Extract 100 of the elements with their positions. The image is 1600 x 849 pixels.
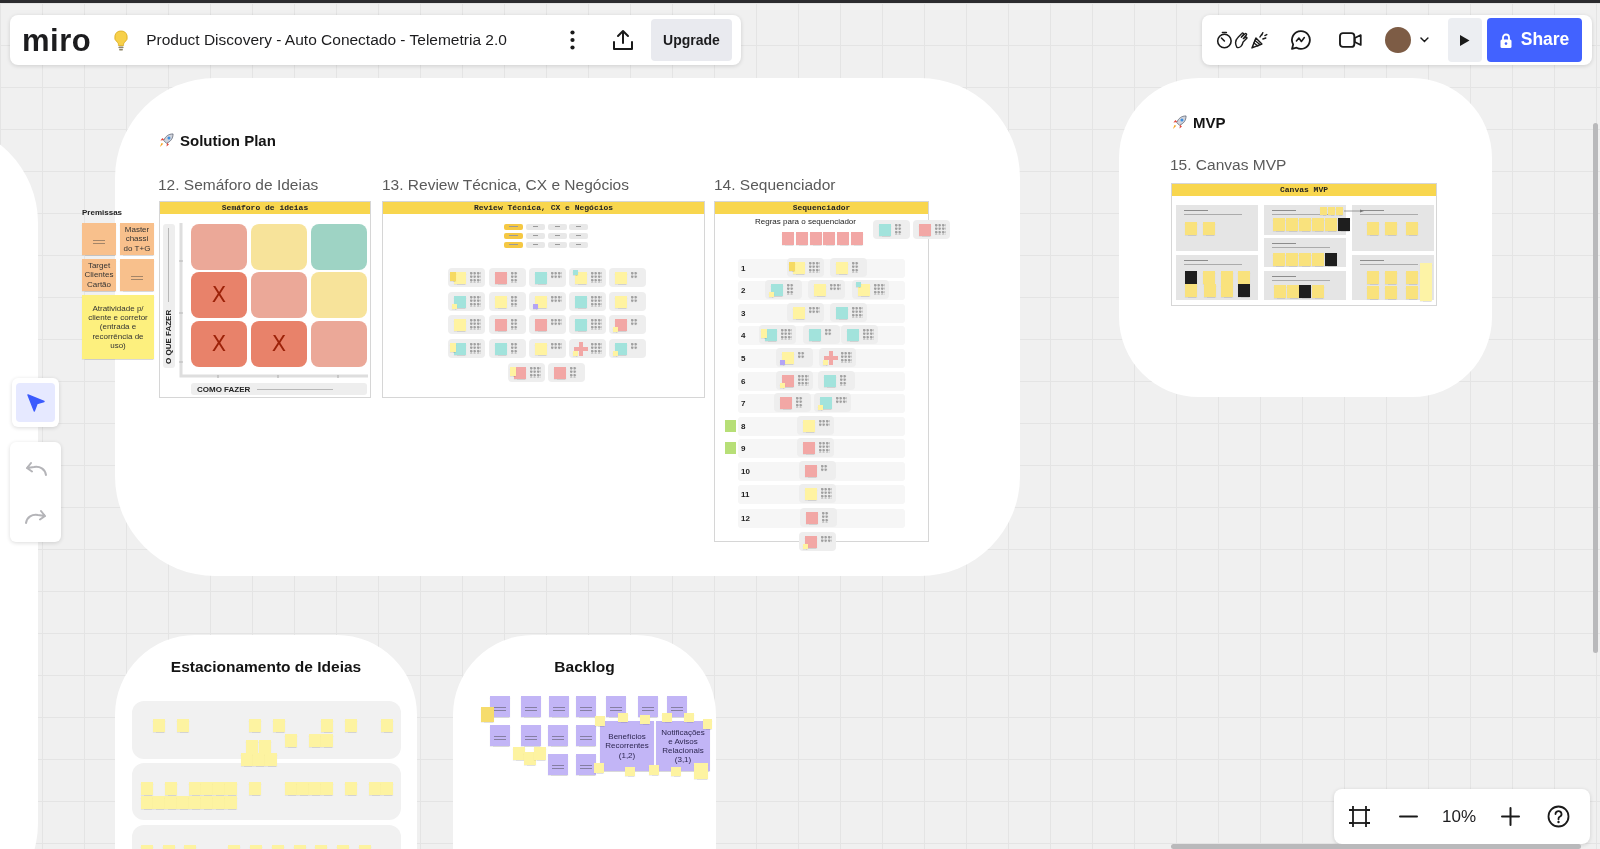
- sticky-note: [259, 740, 271, 753]
- upload-icon[interactable]: [612, 29, 634, 51]
- row-number: 11: [741, 490, 750, 499]
- row-number: 7: [741, 399, 746, 408]
- vote-dots-icon: [821, 488, 832, 499]
- matrix-cell: X: [251, 321, 307, 367]
- sticky-note: [805, 464, 817, 477]
- vote-dots-icon: [511, 272, 518, 283]
- sticky-note: [454, 318, 466, 331]
- board-header: Sequenciador: [715, 202, 928, 214]
- sticky-note: [1420, 263, 1432, 301]
- sticky-note: [249, 719, 261, 732]
- scrollbar-thumb[interactable]: [1171, 844, 1581, 849]
- vote-dots-icon: [836, 397, 847, 404]
- legend-cell: [548, 241, 567, 248]
- vote-dots-icon: [470, 296, 481, 307]
- vote-dots-icon: [551, 296, 562, 303]
- sticky-note: [615, 295, 627, 308]
- sticky-note: [836, 306, 848, 319]
- legend-cell: [504, 232, 523, 239]
- sticky-note: [824, 374, 836, 387]
- video-camera-icon[interactable]: [1339, 31, 1362, 49]
- logo[interactable]: miro: [22, 24, 92, 56]
- sticky-note: [249, 782, 261, 795]
- chat-icon[interactable]: [1290, 29, 1313, 51]
- sticky-note: [369, 782, 381, 795]
- vote-dots-icon: [840, 375, 847, 386]
- sticky-note: [1286, 253, 1298, 266]
- sticky-note: [1367, 286, 1379, 299]
- vote-dots-icon: [819, 420, 830, 427]
- rules-title: Regras para o sequenciador: [755, 218, 856, 226]
- sticky-note: [919, 223, 931, 236]
- share-button[interactable]: Share: [1487, 18, 1582, 62]
- sticky-note: [490, 725, 510, 746]
- sticky-note: [1385, 286, 1397, 299]
- frame-title: MVP: [1193, 114, 1226, 131]
- sticky-note: [1299, 253, 1311, 266]
- avatar[interactable]: [1384, 27, 1411, 53]
- legend-cell: [548, 232, 567, 239]
- sticky-note: [814, 283, 826, 296]
- sticky-note: [1185, 271, 1197, 284]
- sticky-note: Atratividade p/ cliente e corretor (entrada e recorrência de uso): [82, 295, 154, 359]
- zoom-in-icon[interactable]: [1501, 807, 1521, 826]
- vote-dots-icon: [809, 307, 820, 314]
- cursor-icon: [25, 392, 46, 413]
- vote-dots-icon: [825, 329, 832, 336]
- sticky-note: [535, 318, 547, 331]
- board-title[interactable]: Product Discovery - Auto Conectado - Telemetria 2.0: [146, 31, 507, 49]
- sticky-note: [549, 696, 569, 717]
- vote-dots-icon: [809, 262, 820, 273]
- sticky-note: [823, 232, 836, 245]
- upgrade-button[interactable]: Upgrade: [651, 19, 732, 61]
- rocket-icon: [1172, 115, 1187, 130]
- vote-dots-icon: [821, 536, 832, 543]
- party-popper-icon[interactable]: [1249, 30, 1269, 50]
- sticky-note: [1325, 218, 1337, 231]
- sticky-note: [823, 360, 828, 365]
- section-heading: 12. Semáforo de Ideias: [158, 175, 319, 194]
- hand-icon[interactable]: [1233, 31, 1249, 49]
- vote-dots-icon: [796, 397, 803, 408]
- vote-dots-icon: [530, 367, 541, 378]
- board-header: Semáforo de ideias: [160, 202, 370, 214]
- vote-dots-icon: [511, 296, 518, 307]
- sticky-note: [225, 796, 237, 809]
- more-icon[interactable]: [570, 30, 575, 50]
- sticky-note: [1385, 222, 1397, 235]
- vote-dots-icon: [631, 272, 638, 279]
- sticky-note: [1185, 284, 1197, 297]
- sticky-note: [809, 328, 821, 341]
- vote-dots-icon: [591, 319, 602, 330]
- scrollbar-thumb[interactable]: [1593, 123, 1598, 653]
- row-number: 10: [741, 467, 750, 476]
- sticky-note: [495, 271, 507, 284]
- sticky-note: [1221, 271, 1233, 284]
- legend-cell: [569, 232, 588, 239]
- vote-dots-icon: [631, 319, 638, 326]
- sticky-note: [521, 696, 541, 717]
- stopwatch-icon[interactable]: [1216, 31, 1233, 49]
- sticky-note: [1204, 284, 1216, 297]
- row-number: 1: [741, 264, 746, 273]
- help-icon[interactable]: [1547, 805, 1571, 828]
- fit-to-screen-icon[interactable]: [1348, 805, 1371, 828]
- connector-arrow: [1344, 209, 1364, 213]
- cross-icon: [824, 350, 838, 365]
- caret-icon[interactable]: [1419, 37, 1429, 43]
- legend-cell: [526, 223, 545, 230]
- sticky-note: [246, 740, 258, 753]
- sticky-note: [1221, 284, 1233, 297]
- sticky-note: [809, 232, 822, 245]
- redo-icon: [23, 508, 48, 524]
- sticky-note: [851, 232, 863, 245]
- sticky-note: [1203, 271, 1215, 284]
- note-text: Benefícios Recorrentes (1,2): [604, 732, 650, 760]
- section-heading: 13. Review Técnica, CX e Negócios: [382, 175, 629, 194]
- row-number: 9: [741, 444, 746, 453]
- sticky-note: [265, 753, 277, 766]
- sticky-note: [879, 223, 891, 236]
- sticky-note: [285, 734, 297, 747]
- sticky-note: [495, 318, 507, 331]
- present-button[interactable]: [1447, 18, 1483, 62]
